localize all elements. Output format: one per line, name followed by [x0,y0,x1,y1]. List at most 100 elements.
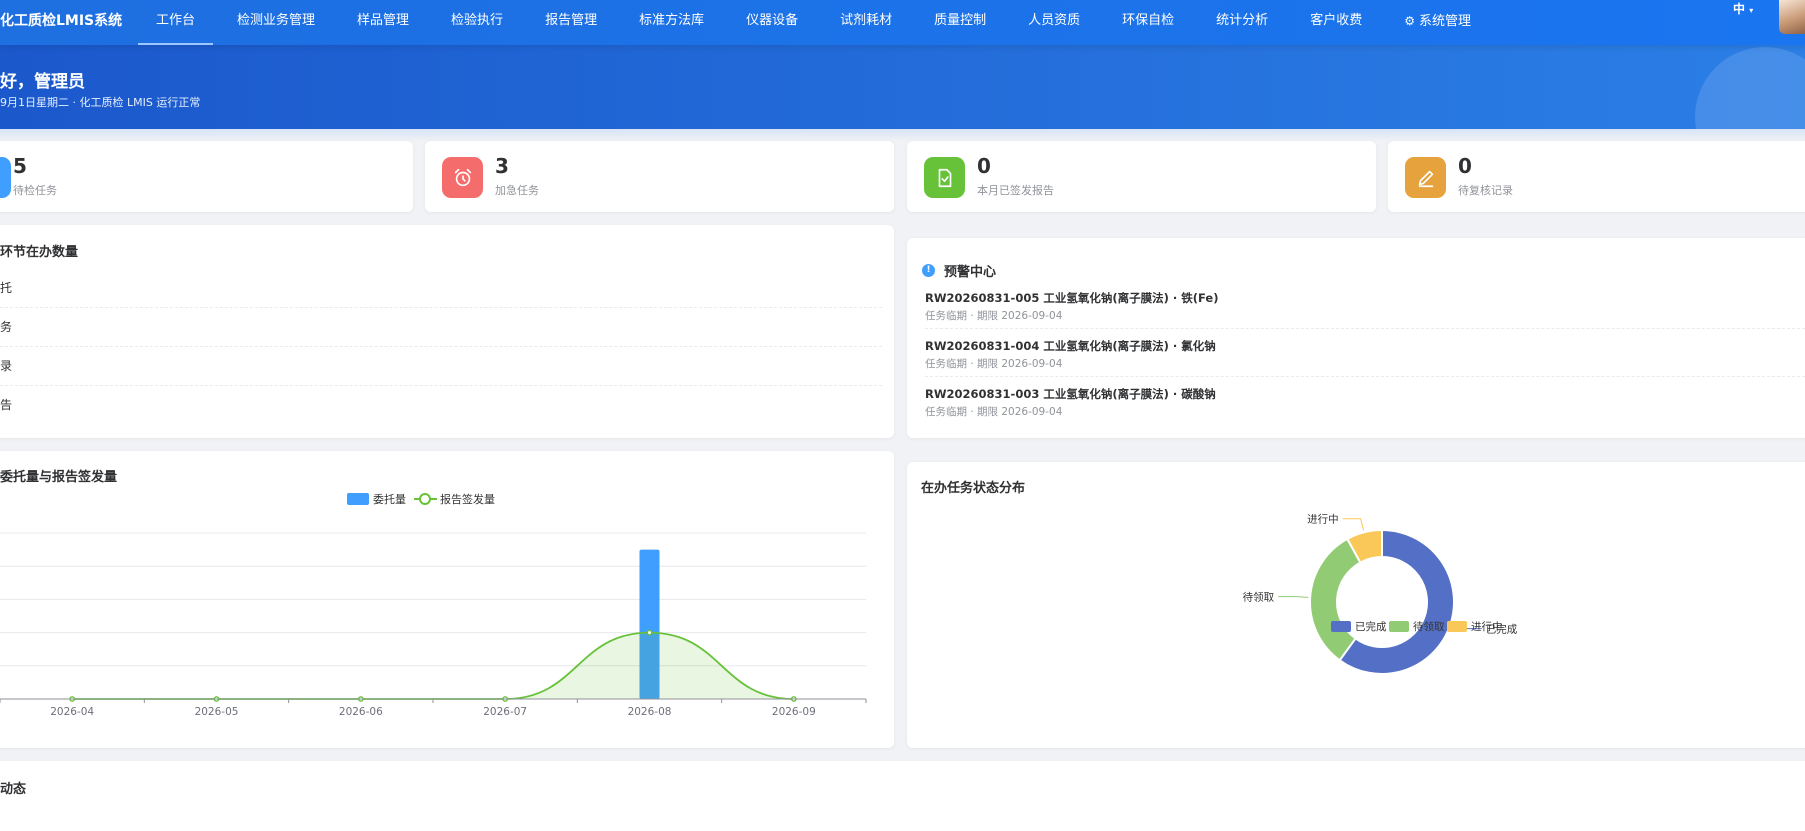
alert-title: RW20260831-004 工业氢氧化钠(离子膜法) · 氯化钠 [925,338,1216,354]
nav-item[interactable]: 样品管理 [336,0,430,45]
stat-card-urgent[interactable]: 3 加急任务 [425,141,894,212]
stat-label: 加急任务 [495,184,539,197]
nav-item-label: 样品管理 [357,13,410,28]
legend-label[interactable]: 报告签发量 [440,492,495,506]
stat-label: 本月已签发报告 [977,184,1054,197]
nav-item[interactable]: 报告管理 [524,0,618,45]
nav-item[interactable]: 标准方法库 [618,0,725,45]
task-icon [0,157,11,198]
nav-item-label: 标准方法库 [639,13,705,28]
card-title: 环节在办数量 [0,245,79,260]
greeting-subtitle: 9月1日星期二 · 化工质检 LMIS 运行正常 [0,96,201,109]
status-chart-card: 在办任务状态分布 已完成 待领取 进行中 已完成 待领取 进行中 [907,462,1805,748]
alert-meta: 任务临期 · 期限 2026-09-04 [925,310,1063,322]
nav-item-label: 系统管理 [1418,14,1471,29]
status-donut-chart: 已完成待领取进行中已完成 待领取 进行中 [1243,513,1518,675]
stage-row[interactable]: 录 [0,347,882,386]
nav-item[interactable]: 质量控制 [913,0,1007,45]
alert-name: 工业氢氧化钠(离子膜法) · 氯化钠 [1043,339,1216,353]
nav-item-label: 统计分析 [1216,13,1269,28]
chart-legend: 委托量 报告签发量 [347,492,495,506]
stage-label: 告 [0,398,13,412]
info-icon: ! [922,264,935,277]
nav-item[interactable]: 试剂耗材 [819,0,913,45]
main-menu: 工作台 检测业务管理 样品管理 检验执行 报告管理 标准方法库 仪器设备 试剂耗材 质量控制 人员… [135,0,1492,45]
nav-item[interactable]: 仪器设备 [725,0,819,45]
legend-label: 已完成 [1355,620,1387,633]
line-point-2026-08[interactable] [646,629,653,636]
nav-item-label: 质量控制 [934,13,987,28]
alert-meta: 任务临期 · 期限 2026-09-04 [925,406,1063,418]
alert-item[interactable]: RW20260831-003 工业氢氧化钠(离子膜法) · 碳酸钠 任务临期 ·… [925,377,1805,425]
signed-report-icon [924,157,965,198]
gear-icon: ⚙ [1404,14,1415,28]
legend-swatch [1389,621,1409,632]
chevron-down-icon: ▾ [1749,6,1754,15]
activity-feed-card: 动态 [0,761,1805,831]
x-tick-label: 2026-07 [483,706,527,718]
nav-item-label: 仪器设备 [746,13,799,28]
legend-swatch [1331,621,1351,632]
x-tick-label: 2026-05 [195,706,239,718]
slice-leader [1342,518,1365,531]
banner-decoration [1695,47,1805,129]
stat-card-signed[interactable]: 0 本月已签发报告 [907,141,1376,212]
trend-chart: 委托量 报告签发量 2026-04 2026-05 2026-06 2026-07 2026… [0,492,867,718]
stat-value: 5 [13,154,27,178]
legend-label[interactable]: 委托量 [373,492,406,506]
alert-item[interactable]: RW20260831-004 工业氢氧化钠(离子膜法) · 氯化钠 任务临期 ·… [925,329,1805,377]
pie-legend-item[interactable]: 待领取 [1389,620,1445,633]
card-title: 动态 [0,782,27,797]
nav-item[interactable]: ⚙ 系统管理 [1383,0,1492,45]
pie-legend-item[interactable]: 进行中 [1447,620,1503,633]
alert-title: RW20260831-005 工业氢氧化钠(离子膜法) · 铁(Fe) [925,290,1218,306]
nav-item[interactable]: 工作台 [135,0,216,45]
stage-row[interactable]: 托 [0,269,882,308]
stage-label: 录 [0,359,13,373]
app-title[interactable]: 化工质检LMIS系统 [0,0,122,45]
legend-marker[interactable] [419,493,431,505]
x-tick-label: 2026-06 [339,706,383,718]
nav-item-label: 报告管理 [545,13,598,28]
stage-row[interactable]: 告 [0,386,882,425]
x-tick-label: 2026-04 [50,706,94,718]
x-tick-label: 2026-08 [628,706,672,718]
banner-shadow [0,129,1805,141]
user-avatar[interactable] [1779,0,1805,34]
nav-item[interactable]: 统计分析 [1195,0,1289,45]
nav-item-label: 人员资质 [1028,13,1081,28]
alert-center-card: ! 预警中心 RW20260831-005 工业氢氧化钠(离子膜法) · 铁(F… [907,238,1805,438]
nav-item[interactable]: 人员资质 [1007,0,1101,45]
nav-item-label: 检验执行 [451,13,504,28]
stage-label: 托 [0,281,13,295]
welcome-banner: 好，管理员 9月1日星期二 · 化工质检 LMIS 运行正常 [0,45,1805,129]
legend-swatch[interactable] [347,493,369,505]
alert-title: RW20260831-003 工业氢氧化钠(离子膜法) · 碳酸钠 [925,386,1216,402]
slice-label: 进行中 [1307,513,1339,526]
stat-card-pending[interactable]: 5 待检任务 [0,141,413,212]
nav-item[interactable]: 环保自检 [1101,0,1195,45]
card-title: 预警中心 [944,265,997,280]
language-switch[interactable]: 中 ▾ [1733,0,1753,20]
nav-item-label: 检测业务管理 [237,13,316,28]
stat-value: 0 [977,154,991,178]
greeting-title: 好，管理员 [0,72,85,92]
pie-legend-item[interactable]: 已完成 [1331,620,1387,633]
alert-code: RW20260831-005 [925,291,1040,305]
stat-card-review[interactable]: 0 待复核记录 [1388,141,1805,212]
nav-item[interactable]: 客户收费 [1289,0,1383,45]
nav-item-label: 客户收费 [1310,13,1363,28]
nav-item[interactable]: 检验执行 [430,0,524,45]
slice-待领取[interactable] [1309,537,1362,662]
alert-code: RW20260831-003 [925,387,1040,401]
legend-label: 进行中 [1471,620,1503,633]
alert-item[interactable]: RW20260831-005 工业氢氧化钠(离子膜法) · 铁(Fe) 任务临期… [925,281,1805,329]
language-label: 中 [1733,2,1746,16]
stage-row[interactable]: 务 [0,308,882,347]
nav-item-label: 试剂耗材 [840,13,893,28]
stage-count-card: 环节在办数量 托 务 录 告 [0,225,894,438]
stat-value: 3 [495,154,509,178]
stat-label: 待检任务 [13,184,57,197]
nav-item[interactable]: 检测业务管理 [216,0,336,45]
alarm-clock-icon [442,157,483,198]
